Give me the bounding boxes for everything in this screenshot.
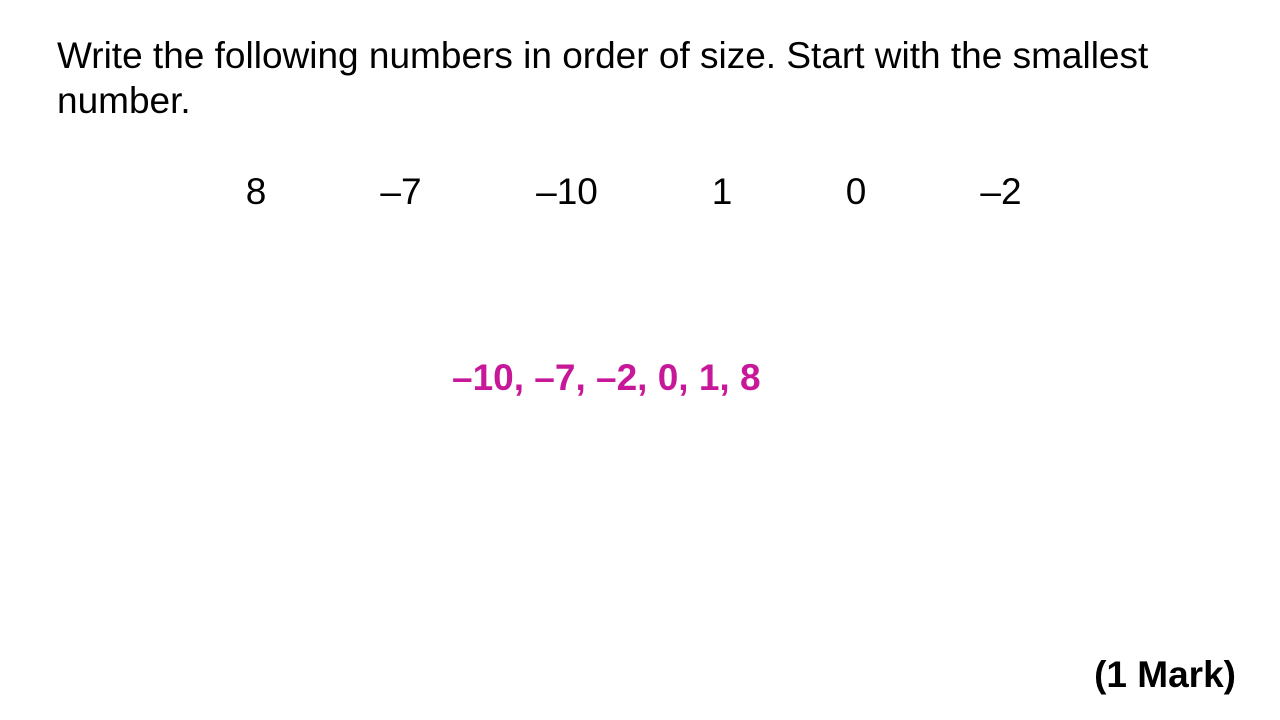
slide: { "question": { "text": "Write the follo… bbox=[0, 0, 1280, 720]
number-item: –10 bbox=[536, 171, 598, 212]
question-text: Write the following numbers in order of … bbox=[57, 35, 1149, 121]
number-list: 8 –7 –10 1 0 –2 bbox=[0, 169, 1280, 215]
number-item: –2 bbox=[980, 171, 1022, 212]
answer-text: –10, –7, –2, 0, 1, 8 bbox=[452, 357, 761, 398]
number-item: 8 bbox=[245, 171, 267, 212]
number-item: 1 bbox=[711, 171, 733, 212]
number-item: 0 bbox=[845, 171, 867, 212]
marks-label: (1 Mark) bbox=[1094, 654, 1236, 695]
number-item: –7 bbox=[380, 171, 422, 212]
